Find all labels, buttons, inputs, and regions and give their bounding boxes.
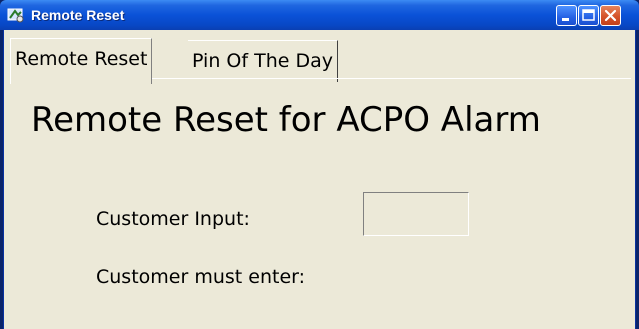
close-icon	[604, 9, 617, 22]
window-client-area: Remote Reset Pin Of The Day Remote Reset…	[3, 30, 636, 329]
app-window: Remote Reset Remote Reset Pin Of The Day…	[0, 0, 639, 329]
close-button[interactable]	[600, 5, 621, 26]
customer-must-enter-label: Customer must enter:	[96, 266, 306, 288]
maximize-icon	[582, 9, 595, 21]
tab-pin-of-the-day[interactable]: Pin Of The Day	[188, 40, 338, 82]
title-bar[interactable]: Remote Reset	[0, 0, 639, 30]
tab-remote-reset[interactable]: Remote Reset	[10, 38, 153, 84]
minimize-button[interactable]	[556, 5, 577, 26]
maximize-button[interactable]	[578, 5, 599, 26]
minimize-icon	[562, 18, 569, 21]
customer-input-field[interactable]	[363, 192, 469, 236]
window-title: Remote Reset	[31, 7, 125, 23]
app-icon	[7, 6, 25, 24]
customer-input-label: Customer Input:	[96, 208, 250, 230]
page-title: Remote Reset for ACPO Alarm	[31, 100, 541, 140]
